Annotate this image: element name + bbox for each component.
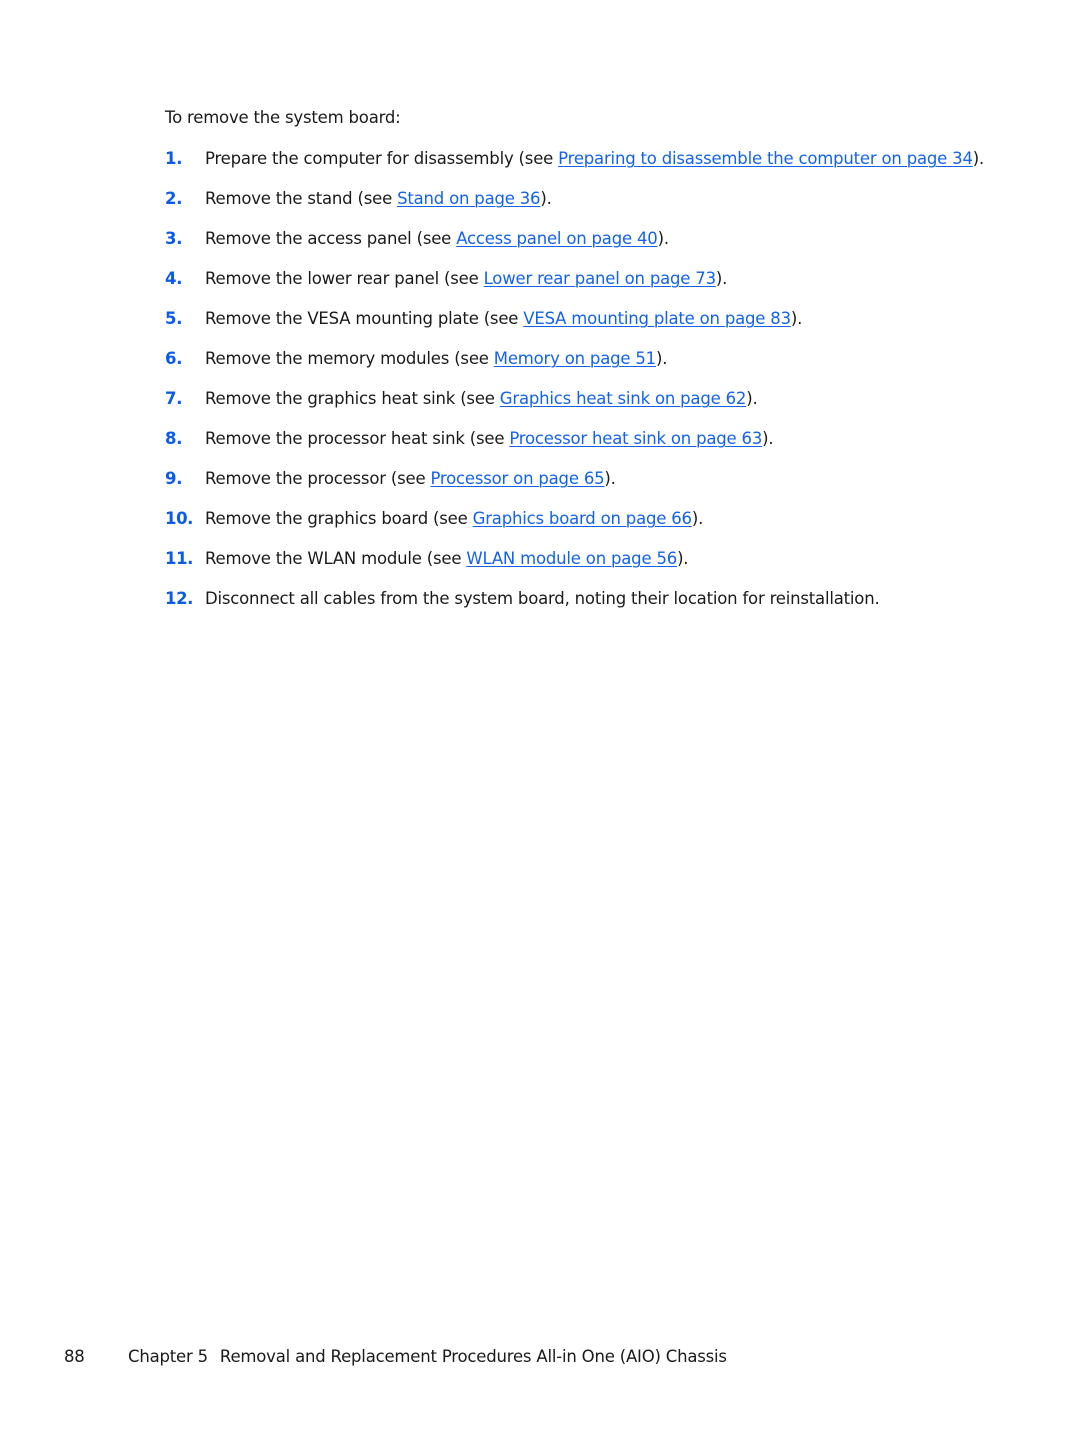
step-number: 6.	[165, 349, 183, 368]
step-text: Remove the access panel (see	[205, 229, 457, 248]
step-link[interactable]: VESA mounting plate on page 83	[523, 309, 791, 328]
step-number: 7.	[165, 389, 183, 408]
step-link[interactable]: Memory on page 51	[494, 349, 656, 368]
steps-list: 1. Prepare the computer for disassembly (…	[165, 148, 984, 628]
step-number: 5.	[165, 309, 183, 328]
step-link[interactable]: Processor heat sink on page 63	[509, 429, 762, 448]
step-text-end: ).	[972, 149, 985, 168]
step-item: 7. Remove the graphics heat sink (see Gra…	[165, 388, 984, 428]
step-number: 2.	[165, 189, 183, 208]
step-link[interactable]: Lower rear panel on page 73	[484, 269, 716, 288]
step-link[interactable]: Graphics heat sink on page 62	[500, 389, 747, 408]
step-number: 12.	[165, 589, 194, 608]
step-link[interactable]: Stand on page 36	[397, 189, 540, 208]
step-text: Remove the WLAN module (see	[205, 549, 467, 568]
step-text: Remove the memory modules (see	[205, 349, 494, 368]
step-text-end: ).	[691, 509, 704, 528]
step-number: 4.	[165, 269, 183, 288]
step-link[interactable]: Graphics board on page 66	[473, 509, 692, 528]
step-number: 1.	[165, 149, 183, 168]
step-link[interactable]: WLAN module on page 56	[466, 549, 677, 568]
page-footer: 88 Chapter 5 Removal and Replacement Proce…	[64, 1347, 727, 1366]
step-text: Remove the processor heat sink (see	[205, 429, 510, 448]
chapter-label: Chapter 5	[128, 1347, 208, 1366]
step-item: 8. Remove the processor heat sink (see Pr…	[165, 428, 984, 468]
step-item: 5. Remove the VESA mounting plate (see VE…	[165, 308, 984, 348]
step-item: 3. Remove the access panel (see Access pa…	[165, 228, 984, 268]
intro-text: To remove the system board:	[165, 108, 401, 127]
step-link[interactable]: Access panel on page 40	[456, 229, 658, 248]
step-text-end: ).	[746, 389, 758, 408]
step-item: 11. Remove the WLAN module (see WLAN modu…	[165, 548, 984, 588]
chapter-title: Removal and Replacement Procedures All-i…	[219, 1347, 727, 1366]
step-number: 9.	[165, 469, 183, 488]
step-text-end: ).	[790, 309, 803, 328]
step-text-end: ).	[677, 549, 689, 568]
page-number: 88	[64, 1347, 85, 1366]
step-item: 4. Remove the lower rear panel (see Lower…	[165, 268, 984, 308]
step-number: 8.	[165, 429, 183, 448]
step-text: Remove the processor (see	[205, 469, 431, 488]
step-text: Remove the lower rear panel (see	[205, 269, 484, 288]
step-text-end: ).	[655, 349, 668, 368]
step-text: Remove the graphics board (see	[205, 509, 473, 528]
step-link[interactable]: Processor on page 65	[430, 469, 604, 488]
step-text: Remove the graphics heat sink (see	[205, 389, 500, 408]
step-item: 9. Remove the processor (see Processor on…	[165, 468, 984, 508]
step-text-end: ).	[762, 429, 774, 448]
step-text-end: ).	[657, 229, 670, 248]
step-item: 6. Remove the memory modules (see Memory …	[165, 348, 984, 388]
step-item: 10. Remove the graphics board (see Graphi…	[165, 508, 984, 548]
step-text: Remove the VESA mounting plate (see	[205, 309, 524, 328]
step-text-end: ).	[604, 469, 616, 488]
step-text-end: ).	[715, 269, 728, 288]
step-number: 11.	[165, 549, 194, 568]
step-item: 1. Prepare the computer for disassembly (…	[165, 148, 984, 188]
step-text: Prepare the computer for disassembly (se…	[205, 149, 559, 168]
step-item: 12. Disconnect all cables from the system…	[165, 588, 984, 628]
step-text: Disconnect all cables from the system bo…	[205, 589, 880, 608]
step-item: 2. Remove the stand (see Stand on page 36…	[165, 188, 984, 228]
step-number: 3.	[165, 229, 183, 248]
step-link[interactable]: Preparing to disassemble the computer on…	[558, 149, 973, 168]
step-text: Remove the stand (see	[205, 189, 398, 208]
step-text-end: ).	[540, 189, 552, 208]
step-number: 10.	[165, 509, 194, 528]
